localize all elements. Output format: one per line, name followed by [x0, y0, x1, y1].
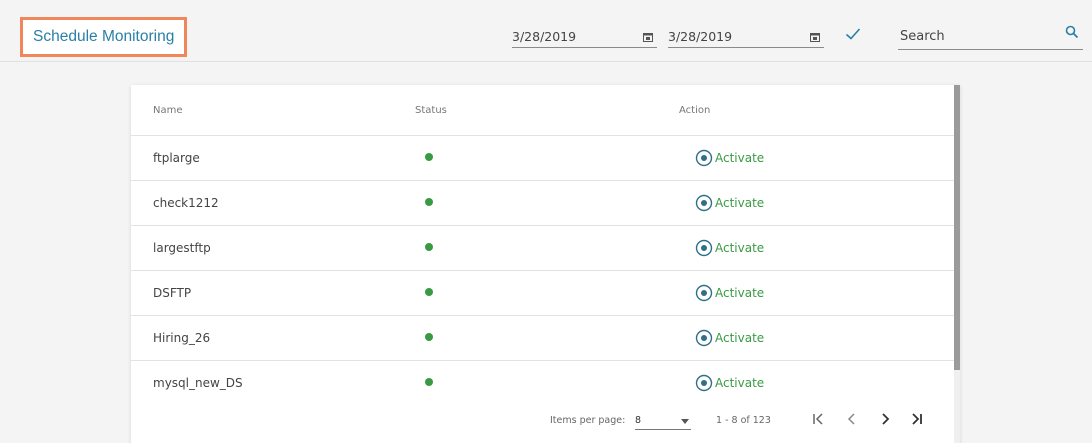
status-indicator [425, 378, 433, 386]
radio-target-icon [695, 284, 713, 302]
activate-label: Activate [715, 376, 765, 390]
radio-target-icon [695, 329, 713, 347]
row-name: check1212 [153, 196, 219, 210]
radio-target-icon [695, 149, 713, 167]
activate-button[interactable]: Activate [695, 193, 764, 213]
table-header: Name Status Action [131, 85, 954, 136]
from-date-value: 3/28/2019 [512, 29, 577, 44]
page-range-label: 1 - 8 of 123 [716, 415, 771, 426]
row-name: ftplarge [153, 151, 200, 165]
from-date-field[interactable]: 3/28/2019 [512, 26, 657, 48]
activate-button[interactable]: Activate [695, 283, 764, 303]
activate-button[interactable]: Activate [695, 148, 764, 168]
search-field[interactable] [898, 25, 1083, 50]
chevron-down-icon [681, 419, 689, 424]
schedule-table-card: Name Status Action ftplarge Activate che… [131, 85, 960, 443]
search-input[interactable] [900, 29, 1050, 44]
status-indicator [425, 198, 433, 206]
activate-label: Activate [715, 151, 765, 165]
scrollbar[interactable] [954, 85, 960, 443]
column-header-action: Action [679, 105, 711, 116]
first-page-icon[interactable] [808, 409, 828, 429]
previous-page-icon[interactable] [842, 409, 862, 429]
table-row[interactable]: mysql_new_DS Activate [131, 361, 954, 406]
activate-button[interactable]: Activate [695, 373, 764, 393]
search-icon[interactable] [1065, 25, 1079, 39]
paginator: Items per page: 8 1 - 8 of 123 [131, 402, 954, 442]
check-icon[interactable] [845, 27, 861, 41]
calendar-icon[interactable] [643, 32, 653, 42]
activate-label: Activate [715, 331, 765, 345]
last-page-icon[interactable] [907, 409, 927, 429]
page-title[interactable]: Schedule Monitoring [33, 28, 174, 46]
items-per-page-value: 8 [635, 415, 642, 426]
row-name: Hiring_26 [153, 331, 211, 345]
status-indicator [425, 243, 433, 251]
column-header-status[interactable]: Status [415, 105, 447, 116]
activate-button[interactable]: Activate [695, 238, 764, 258]
to-date-value: 3/28/2019 [668, 29, 733, 44]
top-bar: Schedule Monitoring 3/28/2019 3/28/2019 [0, 0, 1092, 62]
items-per-page-select[interactable]: 8 [635, 412, 691, 430]
table-row[interactable]: Hiring_26 Activate [131, 316, 954, 361]
status-indicator [425, 288, 433, 296]
status-indicator [425, 333, 433, 341]
activate-label: Activate [715, 286, 765, 300]
items-per-page-label: Items per page: [550, 415, 626, 426]
calendar-icon[interactable] [810, 32, 820, 42]
to-date-field[interactable]: 3/28/2019 [668, 26, 824, 48]
row-name: mysql_new_DS [153, 376, 243, 390]
status-indicator [425, 153, 433, 161]
activate-button[interactable]: Activate [695, 328, 764, 348]
radio-target-icon [695, 239, 713, 257]
radio-target-icon [695, 194, 713, 212]
table-row[interactable]: ftplarge Activate [131, 136, 954, 181]
page-title-box[interactable]: Schedule Monitoring [20, 17, 187, 57]
activate-label: Activate [715, 196, 765, 210]
table-row[interactable]: DSFTP Activate [131, 271, 954, 316]
row-name: DSFTP [153, 286, 192, 300]
table-row[interactable]: check1212 Activate [131, 181, 954, 226]
activate-label: Activate [715, 241, 765, 255]
scrollbar-thumb[interactable] [954, 85, 960, 370]
table-row[interactable]: largestftp Activate [131, 226, 954, 271]
column-header-name[interactable]: Name [153, 105, 183, 116]
radio-target-icon [695, 374, 713, 392]
row-name: largestftp [153, 241, 211, 255]
next-page-icon[interactable] [875, 409, 895, 429]
